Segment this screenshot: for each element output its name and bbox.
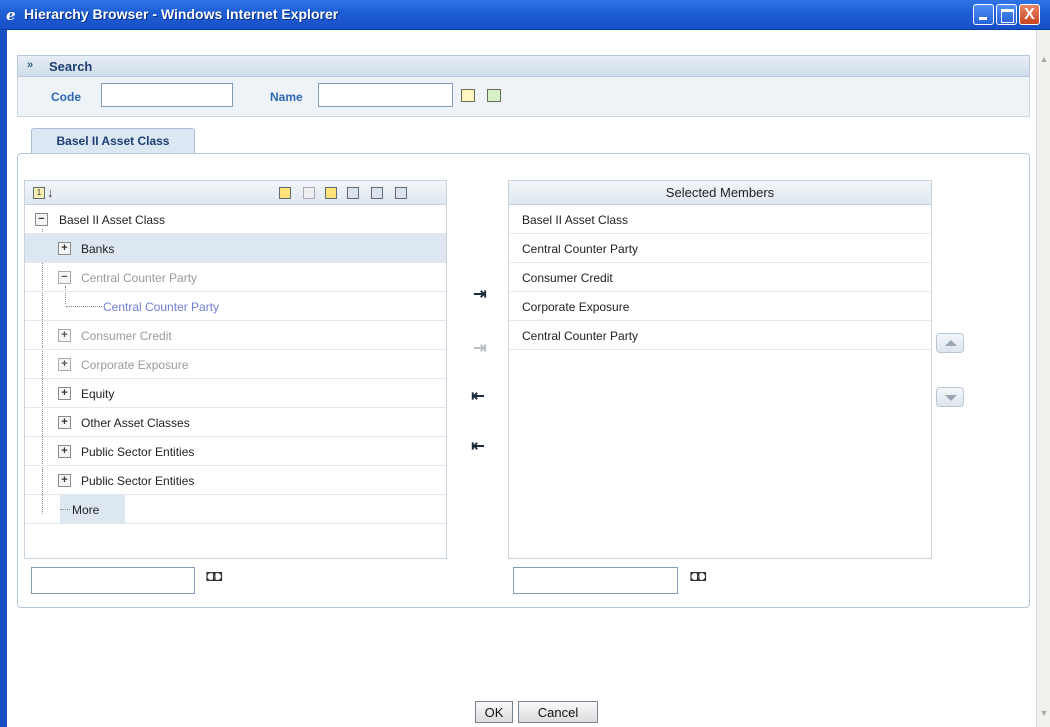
add-all-icon[interactable]: ⇥	[470, 338, 490, 360]
selected-members-header: Selected Members	[509, 181, 931, 205]
selected-member-label: Consumer Credit	[522, 271, 613, 285]
tree-node-label[interactable]: Other Asset Classes	[81, 416, 190, 430]
tree-toggle-icon[interactable]: +	[58, 329, 71, 342]
tree-toggle-icon[interactable]: +	[58, 474, 71, 487]
selected-member-row[interactable]: Corporate Exposure	[509, 292, 931, 321]
sort-icon[interactable]: 1	[33, 187, 45, 199]
selected-member-row[interactable]: Central Counter Party	[509, 321, 931, 350]
tree-row[interactable]: More	[60, 495, 125, 524]
tree-node-label[interactable]: Corporate Exposure	[81, 358, 188, 372]
selected-members-panel: Selected Members Basel II Asset Class Ce…	[508, 180, 932, 559]
name-label: Name	[270, 90, 303, 104]
cancel-button[interactable]: Cancel	[518, 701, 598, 723]
collapse-chevron-icon[interactable]: »	[27, 59, 33, 71]
tree-toggle-icon[interactable]: +	[58, 242, 71, 255]
selected-member-label: Central Counter Party	[522, 329, 639, 343]
selected-member-row[interactable]: Basel II Asset Class	[509, 205, 931, 234]
selected-member-row[interactable]: Central Counter Party	[509, 234, 931, 263]
tree-toggle-icon[interactable]: −	[58, 271, 71, 284]
close-icon: X	[1024, 6, 1035, 23]
remove-selected-icon[interactable]: ⇤	[468, 386, 488, 408]
tree-toggle-icon[interactable]: −	[35, 213, 48, 226]
tree-row[interactable]: + Banks	[25, 234, 446, 263]
tree-node-label[interactable]: Banks	[81, 242, 114, 256]
selected-member-row[interactable]: Consumer Credit	[509, 263, 931, 292]
tree-row[interactable]: + Public Sector Entities	[25, 466, 446, 495]
sort-arrow-icon[interactable]: ↓	[47, 185, 54, 200]
tree-row[interactable]: − Basel II Asset Class	[25, 205, 446, 234]
tree-node-label[interactable]: Central Counter Party	[81, 271, 197, 285]
tree-node-label[interactable]: Consumer Credit	[81, 329, 172, 343]
search-reset-icon[interactable]	[487, 89, 501, 102]
minimize-button[interactable]	[973, 4, 994, 25]
binoculars-icon[interactable]: ◘◘	[690, 568, 716, 590]
expand-branch-icon[interactable]	[325, 187, 337, 199]
scroll-down-icon[interactable]: ▼	[1038, 706, 1050, 720]
tree-toolbar: 1 ↓	[25, 181, 446, 205]
tree-row[interactable]: + Corporate Exposure	[25, 350, 446, 379]
tree-row[interactable]: + Public Sector Entities	[25, 437, 446, 466]
selected-members-search-input[interactable]	[513, 567, 678, 594]
tree-row[interactable]: + Equity	[25, 379, 446, 408]
window-frame-left	[0, 30, 7, 727]
tree-toggle-icon[interactable]: +	[58, 445, 71, 458]
vertical-scrollbar[interactable]: ▲ ▼	[1036, 30, 1050, 727]
window-title-bar[interactable]: e Hierarchy Browser - Windows Internet E…	[0, 0, 1050, 30]
selected-member-label: Corporate Exposure	[522, 300, 630, 314]
tree-node-label[interactable]: More	[72, 503, 99, 517]
tree-toggle-icon[interactable]: +	[58, 358, 71, 371]
search-section-title: Search	[49, 59, 93, 74]
collapse-all-icon[interactable]	[279, 187, 291, 199]
show-code-name-icon[interactable]	[395, 187, 407, 199]
remove-all-icon[interactable]: ⇤	[468, 436, 488, 458]
tree-row[interactable]: Central Counter Party	[25, 292, 446, 321]
tree-toggle-icon[interactable]: +	[58, 387, 71, 400]
tree-search-input[interactable]	[31, 567, 195, 594]
tree-node-label[interactable]: Public Sector Entities	[81, 445, 194, 459]
tree-row[interactable]: + Other Asset Classes	[25, 408, 446, 437]
tree-connector	[66, 306, 102, 307]
move-up-button[interactable]	[936, 333, 964, 353]
tab-basel-ii-asset-class[interactable]: Basel II Asset Class	[31, 128, 195, 154]
selected-member-label: Basel II Asset Class	[522, 213, 629, 227]
tree-node-label[interactable]: Equity	[81, 387, 114, 401]
code-label: Code	[51, 90, 81, 104]
hierarchy-tree-panel: 1 ↓ − Basel II Asset Class + Banks − Cen…	[24, 180, 447, 559]
show-name-icon[interactable]	[371, 187, 383, 199]
selected-member-label: Central Counter Party	[522, 242, 639, 256]
close-button[interactable]: X	[1019, 4, 1040, 25]
search-find-icon[interactable]	[461, 89, 475, 102]
search-section-header[interactable]: » Search	[17, 55, 1030, 77]
tree-node-label[interactable]: Central Counter Party	[103, 300, 219, 314]
show-code-icon[interactable]	[347, 187, 359, 199]
maximize-button[interactable]	[996, 4, 1017, 25]
add-selected-icon[interactable]: ⇥	[470, 284, 490, 306]
ok-button[interactable]: OK	[475, 701, 513, 723]
internet-explorer-icon: e	[6, 6, 16, 24]
binoculars-icon[interactable]: ◘◘	[206, 568, 232, 590]
tree-toggle-icon[interactable]: +	[58, 416, 71, 429]
code-input[interactable]	[101, 83, 233, 107]
tree-row[interactable]: − Central Counter Party	[25, 263, 446, 292]
tree-row[interactable]: + Consumer Credit	[25, 321, 446, 350]
expand-all-icon[interactable]	[303, 187, 315, 199]
scroll-up-icon[interactable]: ▲	[1038, 52, 1050, 66]
name-input[interactable]	[318, 83, 453, 107]
tree-node-label[interactable]: Public Sector Entities	[81, 474, 194, 488]
tree-node-label[interactable]: Basel II Asset Class	[59, 213, 165, 227]
window-title: Hierarchy Browser - Windows Internet Exp…	[24, 6, 339, 22]
tree-connector	[60, 509, 70, 510]
move-down-button[interactable]	[936, 387, 964, 407]
